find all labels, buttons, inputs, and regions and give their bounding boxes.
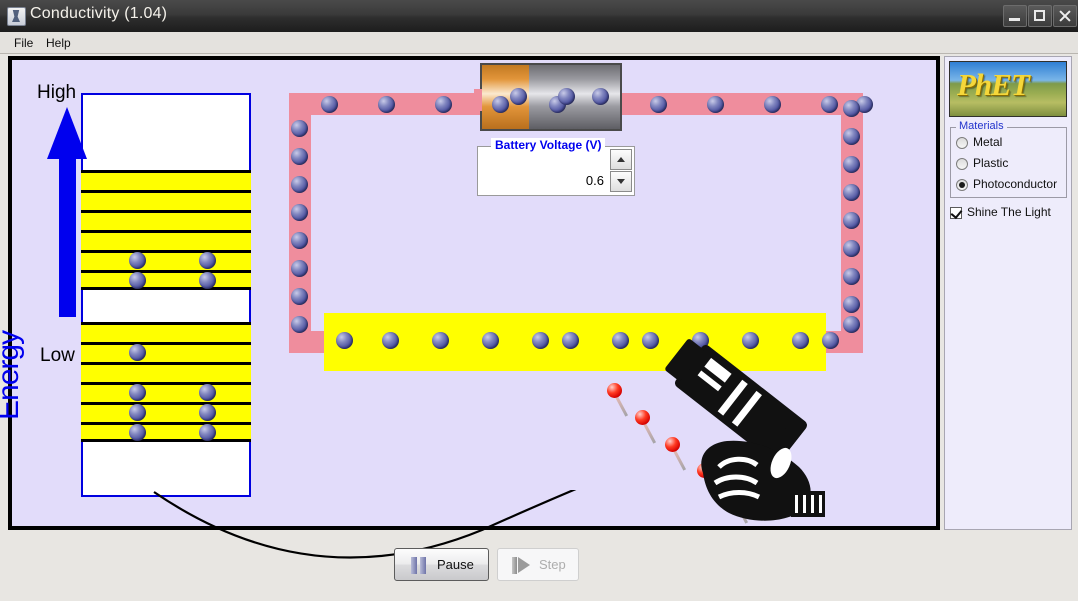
conduction-band-row [81, 210, 251, 230]
minimize-button[interactable] [1003, 5, 1027, 27]
phet-logo-text: PhET [957, 67, 1030, 102]
energy-band-diagram [81, 93, 251, 497]
valence-band-row [81, 402, 251, 422]
slab-electron [336, 332, 353, 349]
battery-electron [592, 88, 609, 105]
wire-electron [378, 96, 395, 113]
radio-label-photoconductor: Photoconductor [973, 177, 1058, 191]
wire-electron [843, 184, 860, 201]
wire-electron [291, 120, 308, 137]
valence-band-row [81, 342, 251, 362]
band-electron [199, 272, 216, 289]
slab-electron [562, 332, 579, 349]
battery-voltage-panel: Battery Voltage (V) 0.6 [477, 138, 635, 196]
slab-electron [382, 332, 399, 349]
wire-electron [435, 96, 452, 113]
conduction-band-row [81, 230, 251, 250]
energy-axis-label: Energy [0, 330, 25, 420]
band-electron [129, 424, 146, 441]
radio-label-metal: Metal [973, 135, 1003, 149]
band-electron [129, 272, 146, 289]
conduction-band-row [81, 250, 251, 270]
wire-electron [843, 296, 860, 313]
wire-electron [291, 204, 308, 221]
valence-band-row [81, 322, 251, 342]
window-title: Conductivity (1.04) [30, 5, 168, 22]
wire-electron [650, 96, 667, 113]
menu-bar: File Help [0, 32, 1078, 54]
band-electron [199, 252, 216, 269]
radio-circle-icon [956, 179, 968, 191]
conduction-band-row [81, 190, 251, 210]
wire-electron [843, 100, 860, 117]
wire-electron [291, 176, 308, 193]
wire-electron [843, 240, 860, 257]
conduction-band-row [81, 170, 251, 190]
flashlight-icon[interactable] [587, 315, 847, 530]
wire-electron [843, 128, 860, 145]
slab-electron [432, 332, 449, 349]
shine-the-light-label: Shine The Light [967, 205, 1051, 219]
menu-file[interactable]: File [8, 35, 39, 51]
battery-electron [558, 88, 575, 105]
high-energy-label: High [37, 82, 77, 103]
step-button[interactable]: Step [497, 548, 579, 581]
control-sidebar: PhET Materials Metal Plastic Photoconduc… [944, 56, 1072, 530]
voltage-decrement-icon[interactable] [610, 171, 632, 192]
radio-circle-icon [956, 137, 968, 149]
valence-band-row [81, 382, 251, 402]
materials-title: Materials [956, 120, 1007, 132]
valence-band-row [81, 362, 251, 382]
slab-electron [532, 332, 549, 349]
wire-electron [492, 96, 509, 113]
wire-electron [843, 156, 860, 173]
wire-electron [707, 96, 724, 113]
light-beam [587, 315, 847, 530]
application-window: Conductivity (1.04) File Help High Low E… [0, 0, 1078, 601]
wire-electron [291, 232, 308, 249]
maximize-button[interactable] [1028, 5, 1052, 27]
band-electron [199, 384, 216, 401]
band-electron [199, 424, 216, 441]
wire-electron [843, 268, 860, 285]
title-bar: Conductivity (1.04) [0, 0, 1078, 33]
valence-band-row [81, 422, 251, 442]
radio-label-plastic: Plastic [973, 156, 1009, 170]
band-electron [199, 404, 216, 421]
wire-electron [291, 288, 308, 305]
conduction-band-row [81, 270, 251, 290]
wire-electron [321, 96, 338, 113]
low-energy-label: Low [40, 345, 75, 366]
battery-voltage-title: Battery Voltage (V) [491, 138, 606, 152]
step-button-label: Step [539, 557, 566, 572]
menu-help[interactable]: Help [40, 35, 77, 51]
checkbox-check-icon [950, 207, 962, 219]
band-electron [129, 344, 146, 361]
simulation-canvas: High Low Energy Battery Voltage (V) 0.6 [0, 56, 940, 559]
battery-voltage-value[interactable]: 0.6 [586, 173, 604, 188]
java-coffee-cup-icon [7, 7, 26, 26]
wire-electron [291, 148, 308, 165]
pause-button-label: Pause [437, 557, 474, 572]
battery-electron [510, 88, 527, 105]
step-icon [512, 557, 530, 574]
band-electron [129, 404, 146, 421]
band-electron [129, 384, 146, 401]
slab-electron [482, 332, 499, 349]
phet-logo: PhET [949, 61, 1067, 117]
pause-icon [410, 557, 427, 574]
materials-group: Materials Metal Plastic Photoconductor [950, 120, 1067, 198]
close-button[interactable] [1053, 5, 1077, 27]
wire-electron [291, 316, 308, 333]
wire-electron [821, 96, 838, 113]
wire-electron [764, 96, 781, 113]
band-electron [129, 252, 146, 269]
wire-electron [843, 212, 860, 229]
wire-electron [291, 260, 308, 277]
pause-button[interactable]: Pause [394, 548, 489, 581]
energy-arrow-icon [47, 107, 87, 317]
radio-circle-icon [956, 158, 968, 170]
voltage-increment-icon[interactable] [610, 149, 632, 170]
